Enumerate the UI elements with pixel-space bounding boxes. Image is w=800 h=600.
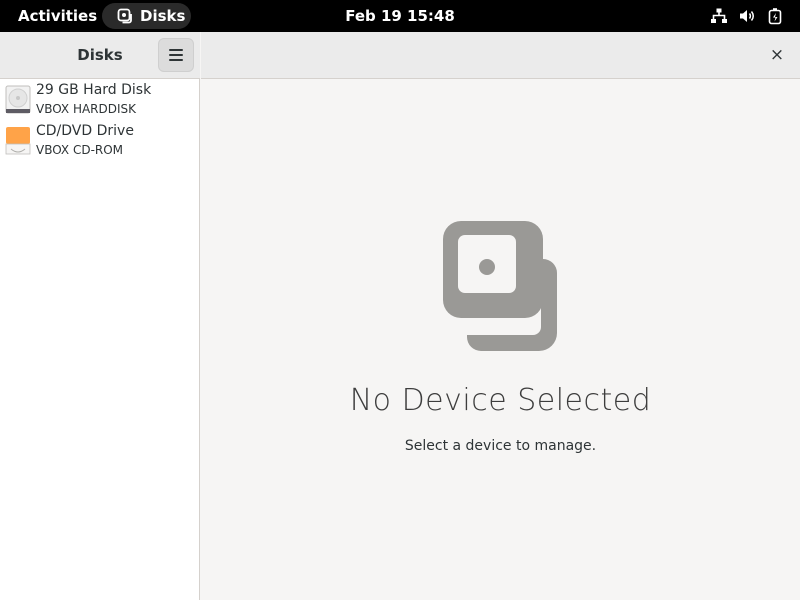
top-bar: Activities Disks Feb 19 15:48 [0,0,800,32]
optical-drive-icon [5,127,31,155]
device-item-hard-disk[interactable]: 29 GB Hard Disk VBOX HARDDISK [0,80,200,121]
disks-app-icon [117,8,132,24]
system-tray[interactable] [710,7,784,25]
device-name: CD/DVD Drive [36,123,134,139]
network-icon [711,8,727,23]
close-button[interactable]: × [764,42,790,68]
content-header: × [201,32,800,79]
disks-placeholder-icon [443,221,557,351]
disks-window: Disks 29 GB Hard Disk VBOX HARDDISK CD/D… [0,32,800,600]
app-menu-label: Disks [140,7,186,25]
hard-disk-icon [5,85,31,114]
empty-state-title: No Device Selected [349,383,652,418]
hamburger-icon [169,49,183,51]
device-model: VBOX HARDDISK [36,102,137,116]
device-item-optical-drive[interactable]: CD/DVD Drive VBOX CD-ROM [0,121,200,162]
device-list: 29 GB Hard Disk VBOX HARDDISK CD/DVD Dri… [0,80,200,162]
volume-icon [740,10,754,22]
empty-state-subtitle: Select a device to manage. [404,438,597,454]
device-model: VBOX CD-ROM [36,143,124,157]
sidebar: Disks 29 GB Hard Disk VBOX HARDDISK CD/D… [0,32,200,600]
sidebar-header: Disks [0,32,200,79]
main-content: No Device Selected Select a device to ma… [201,79,800,600]
device-name: 29 GB Hard Disk [36,82,152,98]
clock[interactable]: Feb 19 15:48 [345,7,455,25]
main-menu-button[interactable] [158,38,194,72]
app-menu-button[interactable]: Disks [102,3,191,29]
activities-button[interactable]: Activities [18,0,97,32]
battery-icon [768,8,782,25]
